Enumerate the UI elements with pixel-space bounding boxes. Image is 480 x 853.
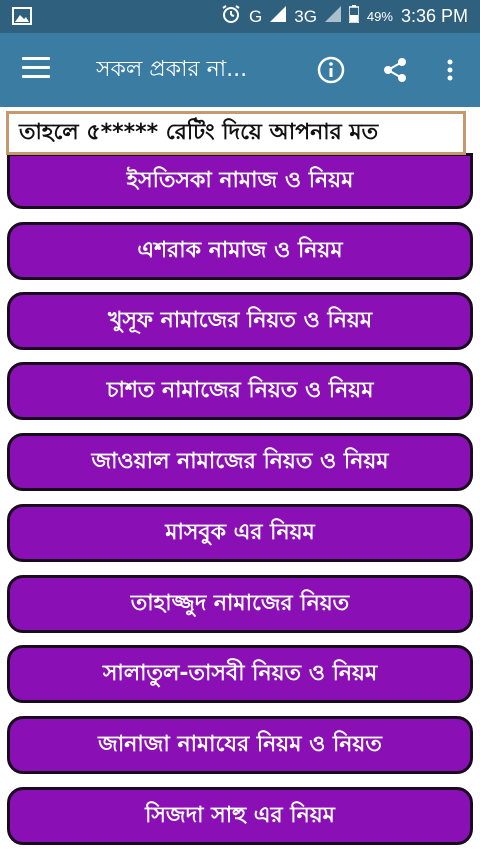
signal-icon-2 (324, 6, 341, 27)
more-vert-icon (447, 59, 453, 81)
battery-percent: 49% (366, 9, 393, 24)
network-type-label-2: 3G (294, 6, 317, 26)
app-title: সকল প্রকার না... (96, 57, 248, 82)
info-button[interactable] (316, 55, 346, 85)
menu-icon (22, 57, 50, 60)
menu-button[interactable] (22, 57, 50, 83)
app-bar: সকল প্রকার না... (0, 33, 480, 107)
list-item-label: জানাজা নামাযের নিয়ম ও নিয়ত (98, 731, 382, 757)
marquee-text: তাহলে ৫***** রেটিং দিয়ে আপনার মত (19, 120, 379, 145)
list-item-label: সালাতুল-তাসবী নিয়ত ও নিয়ম (102, 660, 378, 686)
overflow-menu-button[interactable] (437, 55, 463, 85)
list-item[interactable]: জানাজা নামাযের নিয়ম ও নিয়ত (7, 716, 473, 774)
list-item[interactable]: মাসবুক এর নিয়ম (7, 504, 473, 562)
share-icon (384, 58, 406, 82)
list-item-label: এশরাক নামাজ ও নিয়ম (137, 237, 343, 263)
list-item-label: সিজদা সাহু এর নিয়ম (145, 802, 335, 828)
status-bar: G 3G 49% 3:36 PM (0, 0, 480, 33)
clock: 3:36 PM (400, 6, 468, 26)
list-item-label: ইসতিসকা নামাজ ও নিয়ম (126, 167, 354, 193)
list-item-label: তাহাজ্জুদ নামাজের নিয়ত (130, 590, 350, 616)
share-button[interactable] (380, 55, 410, 85)
list-item[interactable]: তাহাজ্জুদ নামাজের নিয়ত (7, 575, 473, 633)
list-item[interactable]: এশরাক নামাজ ও নিয়ম (7, 222, 473, 280)
list-item-label: জাওয়াল নামাজের নিয়ত ও নিয়ম (91, 448, 389, 474)
battery-icon (348, 5, 360, 28)
network-type-label: G (249, 6, 263, 26)
signal-icon (270, 6, 287, 27)
marquee-banner: তাহলে ৫***** রেটিং দিয়ে আপনার মত (6, 111, 466, 155)
list-item[interactable]: সালাতুল-তাসবী নিয়ত ও নিয়ম (7, 645, 473, 703)
list-item-label: খুসূফ নামাজের নিয়ত ও নিয়ম (107, 307, 373, 333)
list-item[interactable]: জাওয়াল নামাজের নিয়ত ও নিয়ম (7, 433, 473, 491)
list-item-label: চাশত নামাজের নিয়ত ও নিয়ম (106, 377, 374, 403)
list-item[interactable]: সিজদা সাহু এর নিয়ম (7, 787, 473, 845)
gallery-notification-icon (12, 7, 32, 30)
list-item[interactable]: ইসতিসকা নামাজ ও নিয়ম (7, 153, 473, 209)
list-item[interactable]: চাশত নামাজের নিয়ত ও নিয়ম (7, 362, 473, 420)
list-item[interactable]: খুসূফ নামাজের নিয়ত ও নিয়ম (7, 292, 473, 350)
alarm-icon (221, 4, 241, 29)
info-icon (317, 56, 345, 84)
list-item-label: মাসবুক এর নিয়ম (165, 519, 315, 545)
